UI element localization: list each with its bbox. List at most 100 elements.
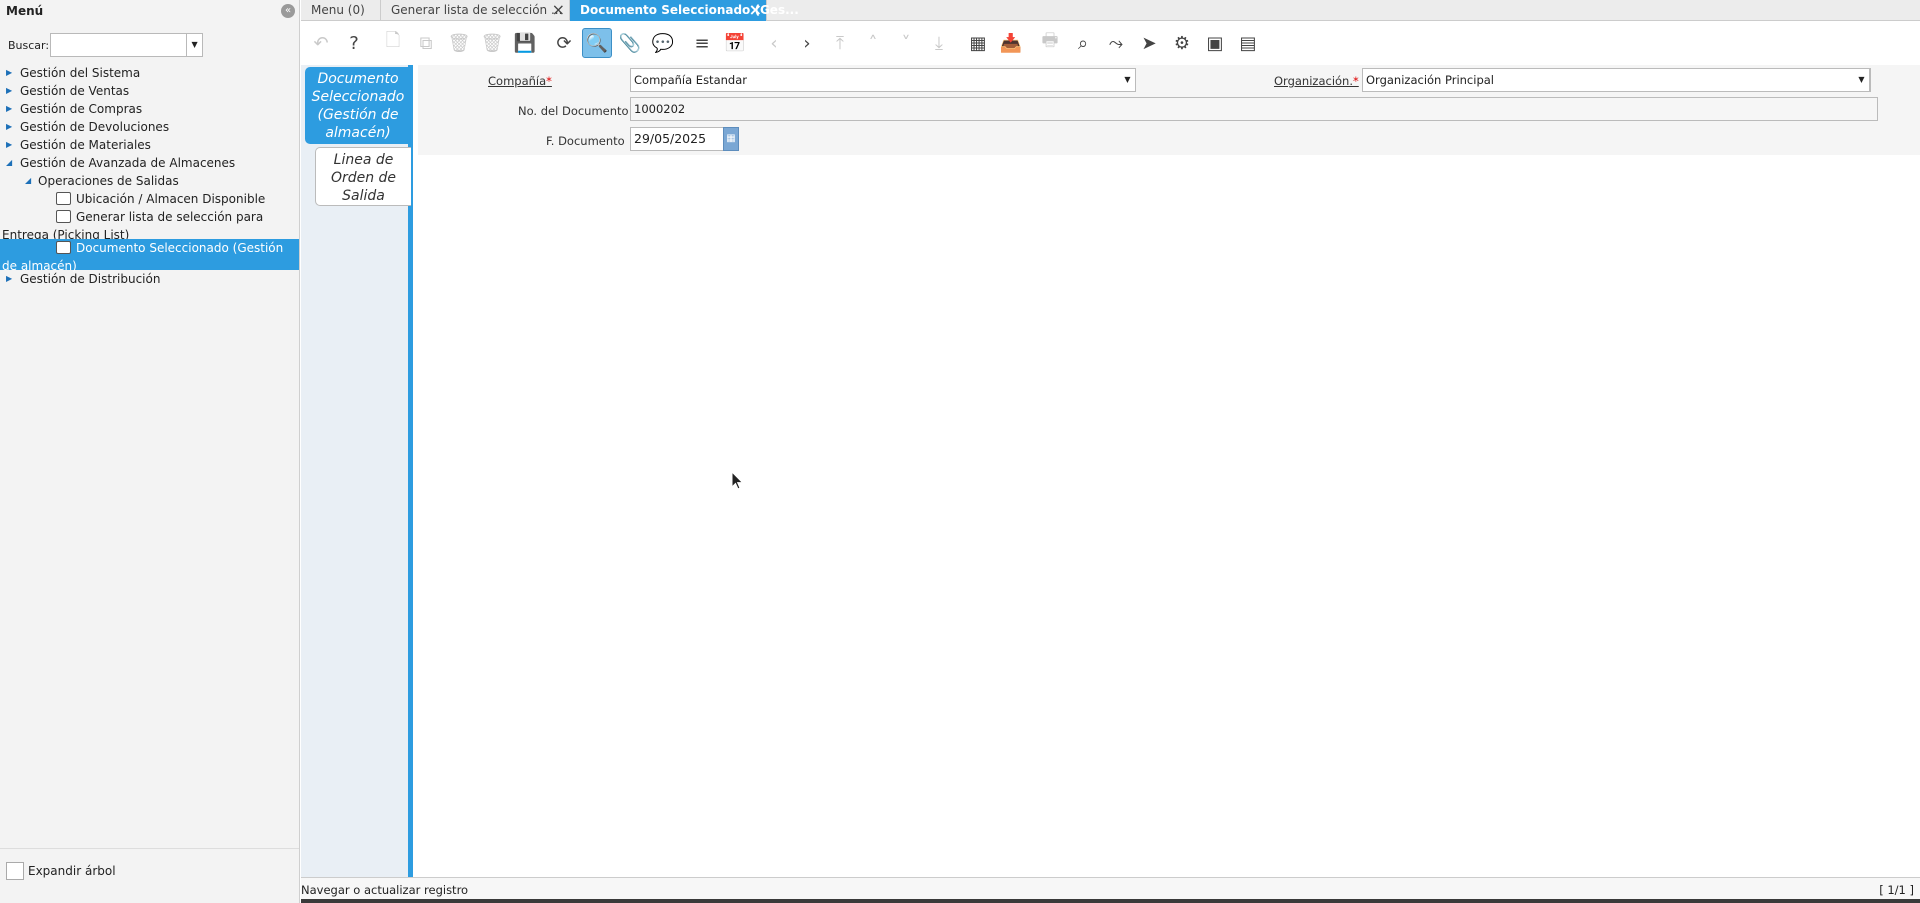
expand-tree-label: Expandir árbol <box>28 864 116 878</box>
menu-header: Menú « <box>0 0 299 22</box>
company-field[interactable]: Compañía Estandar <box>630 68 1136 92</box>
menu-tree-item-label: Gestión de Materiales <box>20 138 151 152</box>
menu-tree-item-label: Ubicación / Almacen Disponible <box>76 192 266 206</box>
report-icon[interactable]: ▦ <box>963 28 993 58</box>
menu-tree-item-label: Gestión de Compras <box>20 102 143 116</box>
send-icon[interactable]: ➤ <box>1134 28 1164 58</box>
company-label-text: Compañía <box>488 74 547 88</box>
detail-tab-lines[interactable]: Linea de Orden de Salida <box>315 147 411 206</box>
document-number-label: No. del Documento <box>518 104 629 118</box>
close-tab-icon[interactable]: × <box>552 2 565 18</box>
required-mark: * <box>546 74 552 88</box>
window-tab[interactable]: Generar lista de selección ... × <box>381 0 570 21</box>
menu-tree-item[interactable]: Ubicación / Almacen Disponible <box>0 190 299 208</box>
menu-tree-item-label: Operaciones de Salidas <box>38 174 179 188</box>
menu-title: Menú <box>6 4 44 18</box>
mouse-cursor-icon <box>731 471 744 490</box>
menu-tree-item-label: Gestión de Avanzada de Almacenes <box>20 156 236 170</box>
detail-tab-header[interactable]: Documento Seleccionado (Gestión de almac… <box>305 67 411 144</box>
expand-arrow-icon[interactable]: ▶ <box>6 136 12 154</box>
workflow-icon[interactable]: ⤳ <box>1101 28 1131 58</box>
new-record-icon[interactable]: 🗋 <box>378 28 408 58</box>
app-window: Menú « Buscar: ▼ ▶ Gestión del Sistema ▶ Ge… <box>0 0 1920 903</box>
last-record-icon[interactable]: ⤓ <box>924 28 954 58</box>
menu-tree-item[interactable]: ▶ Gestión del Sistema <box>0 64 299 82</box>
menu-tree-item[interactable]: ▶ Gestión de Materiales <box>0 136 299 154</box>
collapse-menu-icon[interactable]: « <box>281 4 295 18</box>
calendar-icon[interactable]: 📅 <box>720 28 750 58</box>
parent-record-icon[interactable]: ˄ <box>858 28 888 58</box>
delete-selection-icon[interactable]: 🗑 <box>477 28 507 58</box>
expand-arrow-icon[interactable]: ▶ <box>6 100 12 118</box>
calendar-picker-icon[interactable]: ▦ <box>723 127 739 151</box>
menu-search: Buscar: ▼ <box>8 33 204 57</box>
window-tab[interactable]: Menu (0) <box>301 0 381 21</box>
first-record-icon[interactable]: ⤒ <box>825 28 855 58</box>
toolbar: ↶? 🗋 ⧉ 🗑 🗑 💾 ⟳ 🔍 📎 💬 ≡ 📅 ‹ › ⤒ ˄ ˅ ⤓ ▦ 📥 🖶 ⌕ ⤳ ➤ ⚙ ▣ ▤ <box>301 21 1920 65</box>
search-input[interactable] <box>50 33 188 57</box>
company-dropdown-icon[interactable]: ▼ <box>1120 68 1136 92</box>
close-tab-icon[interactable]: × <box>749 2 762 18</box>
customize-icon[interactable]: ▤ <box>1233 28 1263 58</box>
menu-tree-item-label: Gestión de Devoluciones <box>20 120 170 134</box>
menu-separator <box>0 848 299 849</box>
required-mark: * <box>1353 74 1359 88</box>
document-date-field[interactable]: 29/05/2025 <box>630 127 724 151</box>
collapse-arrow-icon[interactable]: ◢ <box>6 154 12 172</box>
save-icon[interactable]: 💾 <box>510 28 540 58</box>
menu-tree-item-label: Gestión de Ventas <box>20 84 130 98</box>
document-number-field[interactable]: 1000202 <box>630 97 1878 121</box>
organization-dropdown-icon[interactable]: ▼ <box>1854 68 1870 92</box>
window-tab-label: Menu (0) <box>311 3 365 17</box>
menu-tree-item[interactable]: ▶ Gestión de Distribución <box>0 270 299 288</box>
menu-panel: Menú « Buscar: ▼ ▶ Gestión del Sistema ▶ Ge… <box>0 0 300 903</box>
menu-tree-item[interactable]: ▶ Gestión de Ventas <box>0 82 299 100</box>
undo-icon[interactable]: ↶ <box>306 28 336 58</box>
menu-tree-item[interactable]: ◢ Gestión de Avanzada de Almacenes <box>0 154 299 172</box>
expand-tree-row: Expandir árbol <box>6 862 116 880</box>
refresh-icon[interactable]: ⟳ <box>549 28 579 58</box>
info-window-icon <box>56 192 71 205</box>
menu-tree-item-label: Gestión del Sistema <box>20 66 141 80</box>
organization-label-text: Organización. <box>1274 74 1353 88</box>
help-icon[interactable]: ? <box>339 28 369 58</box>
menu-tree-item[interactable]: ▶ Gestión de Devoluciones <box>0 118 299 136</box>
product-info-icon[interactable]: ▣ <box>1200 28 1230 58</box>
chat-icon[interactable]: 💬 <box>648 28 678 58</box>
window-tab-label: Generar lista de selección ... <box>391 3 563 17</box>
expand-arrow-icon[interactable]: ▶ <box>6 64 12 82</box>
process-icon[interactable]: ⚙ <box>1167 28 1197 58</box>
detail-record-icon[interactable]: ˅ <box>891 28 921 58</box>
document-date-label: F. Documento <box>546 134 625 148</box>
expand-arrow-icon[interactable]: ▶ <box>6 82 12 100</box>
organization-label: Organización.* <box>1274 74 1359 88</box>
window-tab[interactable]: Documento Seleccionado (Ges... × <box>570 0 799 21</box>
menu-tree-item[interactable]: Generar lista de selección para Entrega … <box>0 208 299 242</box>
menu-tree-item[interactable]: Documento Seleccionado (Gestión de almac… <box>0 239 299 273</box>
delete-icon[interactable]: 🗑 <box>444 28 474 58</box>
next-record-icon[interactable]: › <box>792 28 822 58</box>
expand-arrow-icon[interactable]: ▶ <box>6 118 12 136</box>
attachment-icon[interactable]: 📎 <box>615 28 645 58</box>
print-icon[interactable]: 🖶 <box>1035 28 1065 58</box>
window-tab-bar: Menu (0) Generar lista de selección ... × D… <box>301 0 1920 21</box>
find-icon[interactable]: 🔍 <box>582 28 612 58</box>
search-dropdown-icon[interactable]: ▼ <box>187 33 204 57</box>
search-label: Buscar: <box>8 38 50 52</box>
copy-record-icon[interactable]: ⧉ <box>411 28 441 58</box>
organization-field[interactable]: Organización Principal <box>1362 68 1871 92</box>
zoom-across-icon[interactable]: ⌕ <box>1068 28 1098 58</box>
window-tab-label: Documento Seleccionado (Ges... <box>580 3 799 17</box>
grid-toggle-icon[interactable]: ≡ <box>687 28 717 58</box>
menu-tree-item[interactable]: ▶ Gestión de Compras <box>0 100 299 118</box>
previous-record-icon[interactable]: ‹ <box>759 28 789 58</box>
expand-arrow-icon[interactable]: ▶ <box>6 270 12 288</box>
expand-tree-checkbox[interactable] <box>6 862 24 880</box>
company-label: Compañía* <box>488 74 552 88</box>
archive-icon[interactable]: 📥 <box>996 28 1026 58</box>
menu-tree-item[interactable]: ◢ Operaciones de Salidas <box>0 172 299 190</box>
collapse-arrow-icon[interactable]: ◢ <box>25 172 31 190</box>
detail-tab-strip: Documento Seleccionado (Gestión de almac… <box>301 65 413 877</box>
menu-tree: ▶ Gestión del Sistema ▶ Gestión de Ventas ▶ G… <box>0 64 299 288</box>
record-form: Compañía* Compañía Estandar ▼ Organizaci… <box>418 65 1920 155</box>
